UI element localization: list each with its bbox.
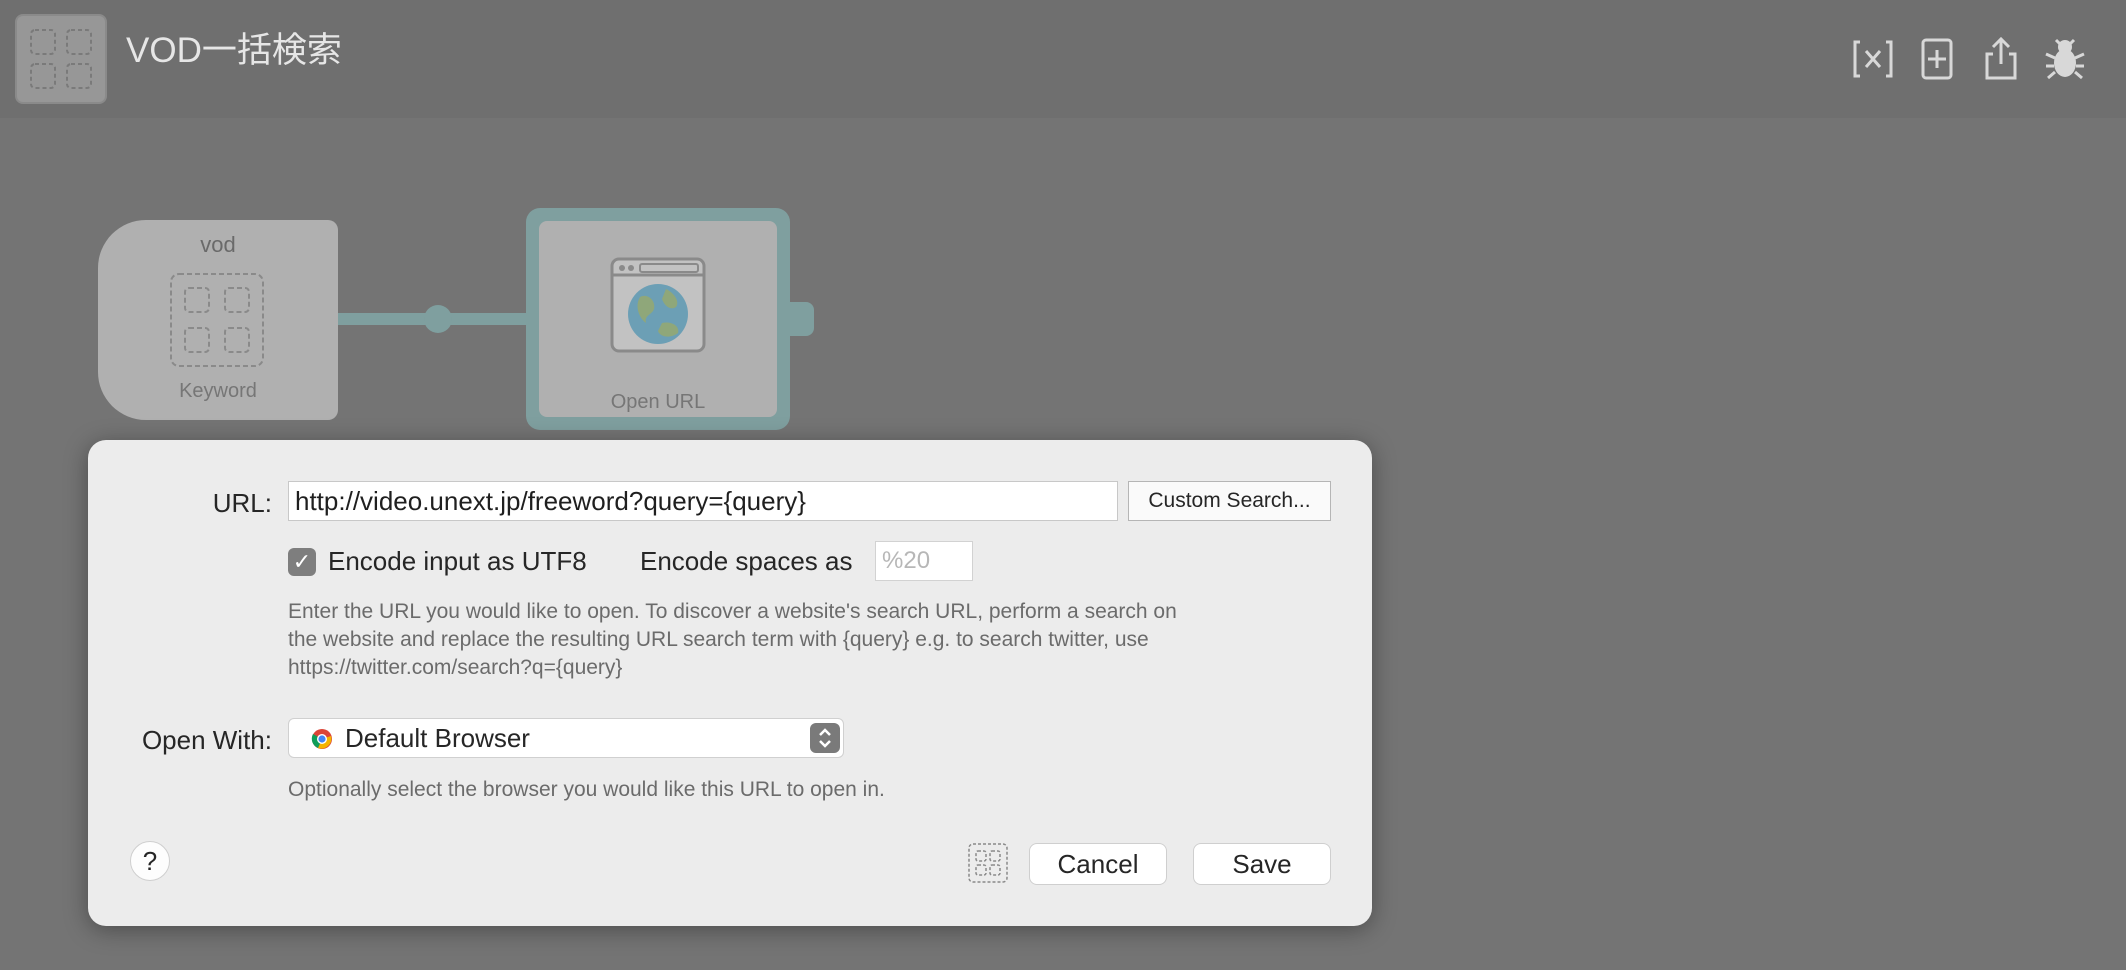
- workflow-header: VOD一括検索: [0, 0, 2126, 118]
- workflow-title: VOD一括検索: [126, 31, 342, 70]
- checkmark-icon: ✓: [292, 549, 312, 574]
- url-label: URL:: [212, 488, 272, 518]
- keyword-node-type-label: Keyword: [179, 380, 257, 402]
- url-help-line: https://twitter.com/search?q={query}: [288, 656, 623, 679]
- open-url-node-body: Open URL: [539, 221, 777, 417]
- open-url-node[interactable]: Open URL: [526, 208, 790, 430]
- keyword-node-keyword: vod: [200, 232, 236, 257]
- open-with-value: Default Browser: [345, 723, 530, 753]
- workflow-icon[interactable]: [15, 14, 107, 104]
- share-icon[interactable]: [1978, 36, 2024, 82]
- url-help-text: Enter the URL you would like to open. To…: [288, 598, 1288, 682]
- dashed-grid-icon: [170, 273, 264, 367]
- encode-utf8-label: Encode input as UTF8: [328, 546, 587, 576]
- keyword-node[interactable]: vod Keyword: [98, 220, 338, 420]
- open-with-hint: Optionally select the browser you would …: [288, 778, 885, 801]
- add-object-icon[interactable]: [1914, 36, 1960, 82]
- encode-spaces-label: Encode spaces as: [640, 546, 853, 576]
- debug-icon[interactable]: [2042, 36, 2088, 82]
- url-help-line: the website and replace the resulting UR…: [288, 628, 1149, 651]
- url-help-line: Enter the URL you would like to open. To…: [288, 600, 1177, 623]
- encode-spaces-input[interactable]: %20: [875, 541, 973, 581]
- connection-handle[interactable]: [424, 305, 452, 333]
- url-input[interactable]: http://video.unext.jp/freeword?query={qu…: [288, 481, 1118, 521]
- cancel-button[interactable]: Cancel: [1029, 843, 1167, 885]
- variables-icon[interactable]: [1850, 36, 1896, 82]
- open-url-config-dialog: URL: http://video.unext.jp/freeword?quer…: [88, 440, 1372, 926]
- save-button[interactable]: Save: [1193, 843, 1331, 885]
- help-button[interactable]: ?: [130, 841, 170, 881]
- dashed-grid-icon: [30, 29, 92, 89]
- open-url-node-type-label: Open URL: [610, 391, 706, 413]
- encode-utf8-checkbox[interactable]: ✓: [288, 548, 316, 576]
- custom-search-button[interactable]: Custom Search...: [1128, 481, 1331, 521]
- chrome-icon: [311, 729, 332, 749]
- open-with-label: Open With:: [141, 725, 272, 755]
- open-with-select[interactable]: Default Browser: [288, 718, 844, 758]
- dashed-grid-icon[interactable]: [968, 843, 1008, 883]
- output-port[interactable]: [788, 302, 814, 336]
- select-stepper-icon: [810, 723, 840, 753]
- browser-globe-icon: [610, 257, 706, 353]
